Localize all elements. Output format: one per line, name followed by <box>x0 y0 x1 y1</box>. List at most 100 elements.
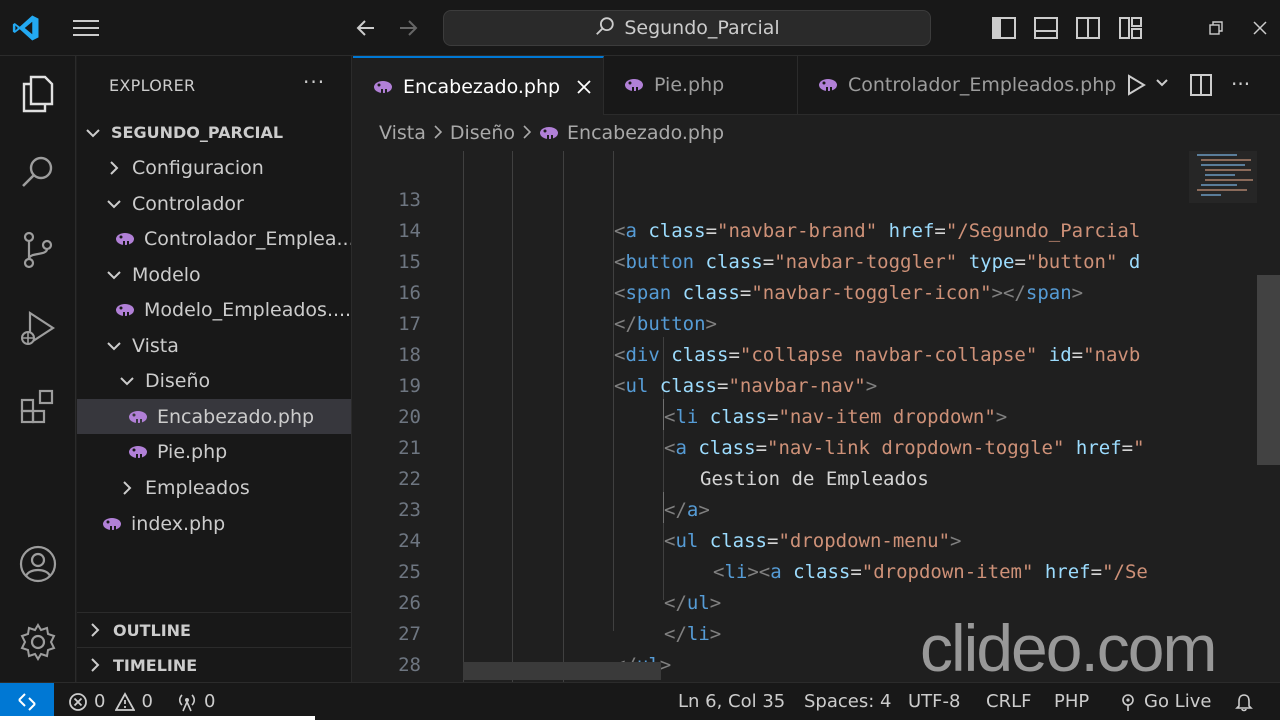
tree-item-label: Configuracion <box>132 156 264 179</box>
cursor-position[interactable]: Ln 6, Col 35 <box>678 683 785 720</box>
tree-folder-vista[interactable]: Vista <box>77 328 351 363</box>
vscode-logo-icon[interactable] <box>10 12 42 44</box>
tree-root-folder[interactable]: SEGUNDO_PARCIAL <box>77 115 351 150</box>
command-center-search[interactable]: Segundo_Parcial <box>443 10 931 46</box>
source-control-icon[interactable] <box>14 226 62 274</box>
tree-item-label: Encabezado.php <box>157 405 315 428</box>
tree-item-label: Controlador <box>132 192 244 215</box>
breadcrumb-item[interactable]: Diseño <box>450 122 515 144</box>
end-of-line[interactable]: CRLF <box>986 683 1031 720</box>
tree-file-encabezado[interactable]: Encabezado.php <box>77 399 351 434</box>
tree-file-index[interactable]: index.php <box>77 506 351 541</box>
php-file-icon <box>128 445 148 459</box>
tree-file-controlador-empleados[interactable]: Controlador_Emplea... <box>77 221 352 256</box>
chevron-right-icon <box>523 122 532 144</box>
tab-pie[interactable]: Pie.php <box>604 56 798 114</box>
breadcrumb-item[interactable]: Encabezado.php <box>567 122 724 144</box>
php-file-icon <box>102 517 122 531</box>
extensions-icon[interactable] <box>14 382 62 430</box>
run-file-icon[interactable] <box>1125 74 1147 96</box>
toggle-secondary-sidebar-icon[interactable] <box>1072 12 1104 44</box>
tab-controlador-empleados[interactable]: Controlador_Empleados.php <box>798 56 1128 114</box>
account-icon[interactable] <box>14 540 62 588</box>
horizontal-scrollbar[interactable] <box>463 662 661 680</box>
settings-gear-icon[interactable] <box>14 618 62 666</box>
more-actions-icon[interactable]: ··· <box>1231 72 1250 96</box>
tree-file-modelo-empleados[interactable]: Modelo_Empleados.... <box>77 292 351 327</box>
ports-indicator[interactable]: 0 <box>176 683 215 720</box>
chevron-down-icon <box>106 270 122 280</box>
forward-arrow-icon[interactable] <box>392 12 424 44</box>
php-file-icon <box>624 78 644 92</box>
remote-indicator[interactable] <box>0 683 54 720</box>
code-line: 21 Gestion de Empleados <box>398 437 929 490</box>
go-live-button[interactable]: Go Live <box>1118 683 1211 720</box>
back-arrow-icon[interactable] <box>350 12 382 44</box>
tab-encabezado[interactable]: Encabezado.php <box>353 56 604 116</box>
tree-file-pie[interactable]: Pie.php <box>77 434 351 469</box>
ports-count: 0 <box>204 691 216 712</box>
customize-layout-icon[interactable] <box>1115 12 1147 44</box>
encoding[interactable]: UTF-8 <box>908 683 960 720</box>
tree-item-label: index.php <box>131 512 226 535</box>
explorer-more-actions[interactable]: ··· <box>303 70 325 94</box>
minimap[interactable] <box>1187 151 1257 682</box>
tree-folder-controlador[interactable]: Controlador <box>77 186 351 221</box>
tree-item-label: Empleados <box>145 476 250 499</box>
close-window-icon[interactable] <box>1244 12 1276 44</box>
status-bar: 0 0 0 Ln 6, Col 35 Spaces: 4 UTF-8 CRLF … <box>0 682 1280 720</box>
breadcrumb-item[interactable]: Vista <box>379 122 426 144</box>
vertical-scrollbar[interactable] <box>1257 275 1280 465</box>
run-dropdown-chevron-icon[interactable] <box>1155 78 1169 88</box>
language-mode[interactable]: PHP <box>1054 683 1089 720</box>
chevron-down-icon <box>119 376 135 386</box>
code-line: 14 <button class="navbar-toggler" type="… <box>398 220 1141 273</box>
code-line: 20 <a class="nav-link dropdown-toggle" h… <box>398 406 1145 459</box>
restore-window-icon[interactable] <box>1200 12 1232 44</box>
toggle-panel-icon[interactable] <box>1030 12 1062 44</box>
indentation[interactable]: Spaces: 4 <box>804 683 891 720</box>
toggle-primary-sidebar-icon[interactable] <box>988 12 1020 44</box>
tree-item-label: Modelo <box>132 263 201 286</box>
chevron-down-icon <box>106 341 122 351</box>
code-line: 24 <li><a class="dropdown-item" href="/S… <box>398 530 1148 583</box>
search-text: Segundo_Parcial <box>624 17 780 39</box>
explorer-files-icon[interactable] <box>14 70 62 118</box>
code-line: 23 <ul class="dropdown-menu"> <box>398 499 962 552</box>
close-icon[interactable] <box>576 79 592 95</box>
code-line: 26 </li> <box>398 592 722 645</box>
tree-folder-configuracion[interactable]: Configuracion <box>77 150 351 185</box>
tree-folder-modelo[interactable]: Modelo <box>77 257 351 292</box>
timeline-section[interactable]: TIMELINE <box>77 647 351 682</box>
code-line: 19 <li class="nav-item dropdown"> <box>398 375 1008 428</box>
problems-indicator[interactable]: 0 0 <box>68 683 153 720</box>
tree-folder-empleados[interactable]: Empleados <box>77 470 351 505</box>
tree-item-label: Pie.php <box>157 440 228 463</box>
notifications-bell-icon[interactable] <box>1234 683 1254 720</box>
chevron-right-icon <box>87 622 103 638</box>
search-icon[interactable] <box>14 148 62 196</box>
php-file-icon <box>128 410 148 424</box>
tree-folder-diseno[interactable]: Diseño <box>77 363 351 398</box>
explorer-sidebar: EXPLORER ··· SEGUNDO_PARCIAL Configuraci… <box>77 56 352 682</box>
watermark: clideo.com <box>920 611 1217 685</box>
video-progress-line <box>0 716 315 720</box>
code-line: 18 <ul class="navbar-nav"> <box>398 344 878 397</box>
tab-label: Pie.php <box>654 74 725 96</box>
split-editor-icon[interactable] <box>1189 73 1213 97</box>
breadcrumb: Vista Diseño Encabezado.php <box>353 115 1280 151</box>
tree-item-label: Diseño <box>145 369 211 392</box>
menu-icon[interactable] <box>70 12 102 44</box>
outline-section[interactable]: OUTLINE <box>77 612 351 647</box>
chevron-down-icon <box>85 128 101 138</box>
php-file-icon <box>115 232 135 246</box>
code-line: 13 <a class="navbar-brand" href="/Segund… <box>398 189 1141 242</box>
error-icon <box>68 692 88 712</box>
run-debug-icon[interactable] <box>14 304 62 352</box>
chevron-right-icon <box>106 160 122 176</box>
chevron-right-icon <box>119 480 135 496</box>
code-line: 15 <span class="navbar-toggler-icon"></s… <box>398 251 1084 304</box>
tree-item-label: Controlador_Emplea... <box>144 227 352 250</box>
code-editor[interactable]: 13 <a class="navbar-brand" href="/Segund… <box>353 151 1280 682</box>
explorer-title: EXPLORER <box>109 76 196 95</box>
